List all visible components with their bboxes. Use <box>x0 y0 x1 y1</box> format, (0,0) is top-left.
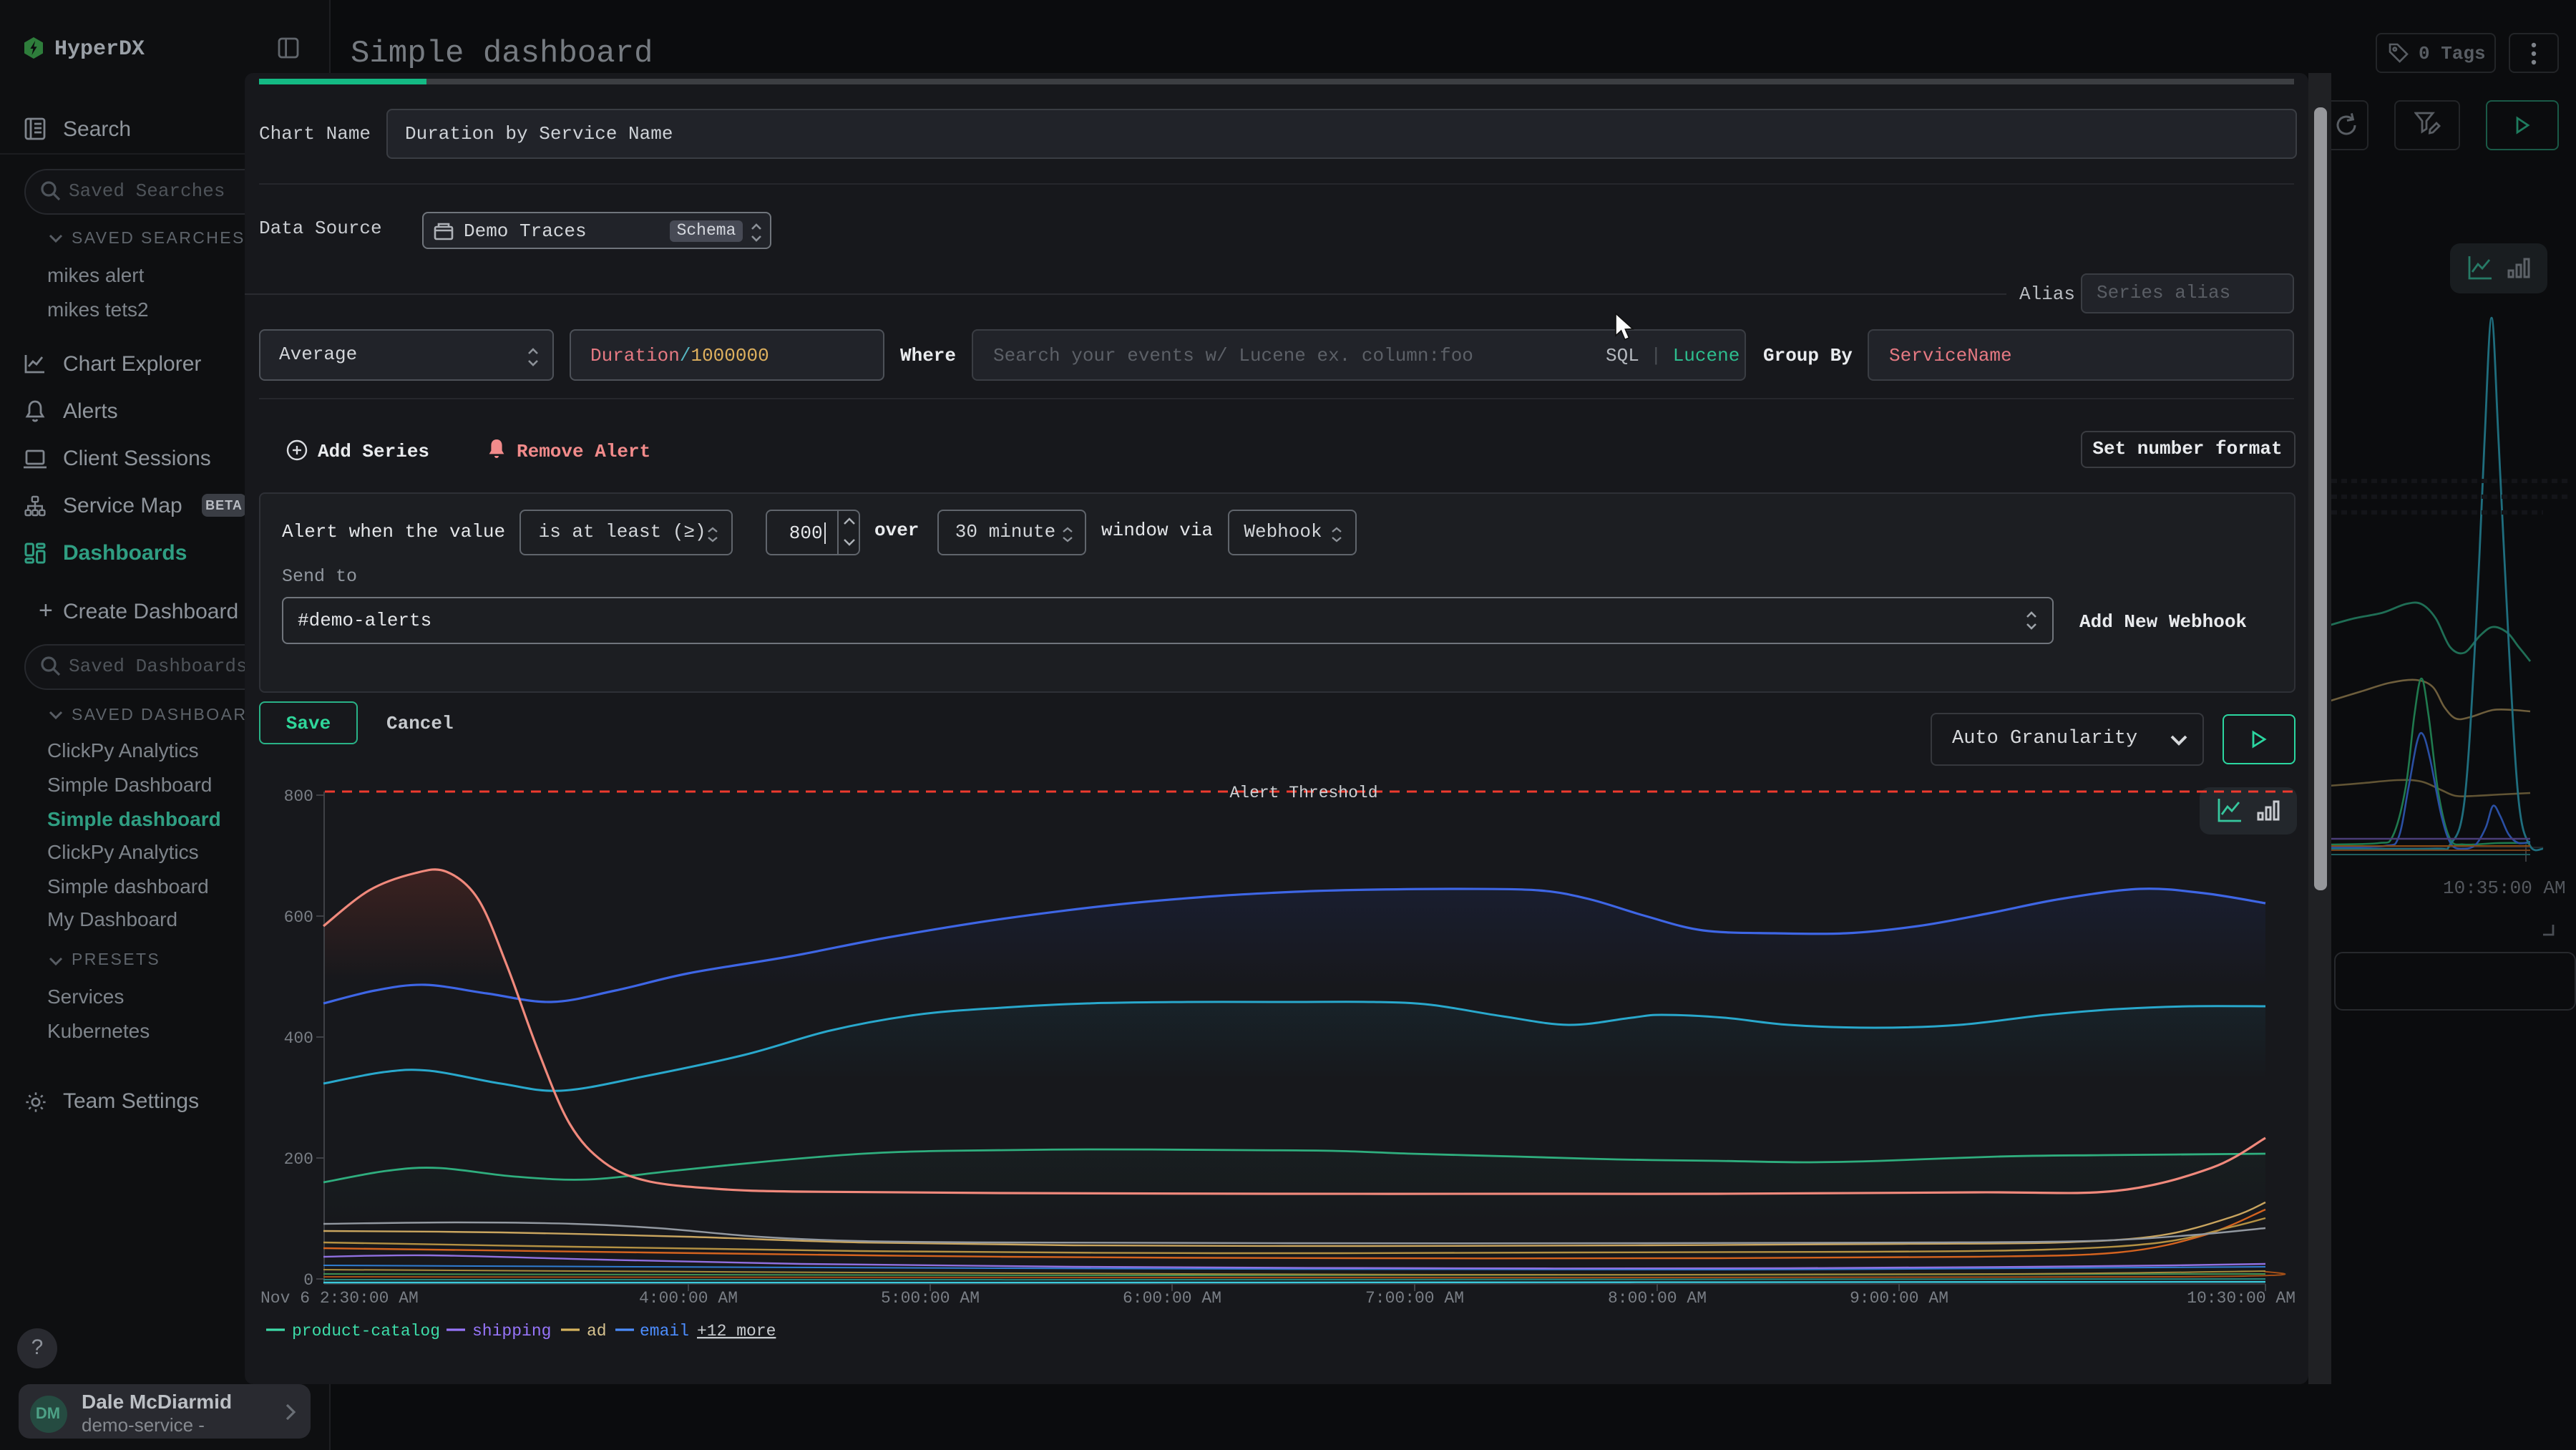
svg-text:200: 200 <box>284 1150 313 1169</box>
svg-text:400: 400 <box>284 1029 313 1048</box>
svg-text:0: 0 <box>303 1271 313 1290</box>
svg-text:8:00:00 AM: 8:00:00 AM <box>1608 1289 1707 1308</box>
svg-text:Alert Threshold: Alert Threshold <box>1229 784 1377 802</box>
svg-text:ad: ad <box>587 1322 607 1340</box>
svg-text:10:30:00 AM: 10:30:00 AM <box>2187 1289 2296 1308</box>
svg-text:5:00:00 AM: 5:00:00 AM <box>881 1289 980 1308</box>
svg-text:6:00:00 AM: 6:00:00 AM <box>1123 1289 1221 1308</box>
svg-text:shipping: shipping <box>472 1322 551 1340</box>
svg-text:600: 600 <box>284 908 313 927</box>
svg-text:7:00:00 AM: 7:00:00 AM <box>1365 1289 1464 1308</box>
svg-text:+12 more: +12 more <box>697 1322 776 1340</box>
svg-text:800: 800 <box>284 787 313 806</box>
svg-text:email: email <box>640 1322 689 1340</box>
svg-text:9:00:00 AM: 9:00:00 AM <box>1850 1289 1948 1308</box>
svg-text:10:35:00 AM: 10:35:00 AM <box>2443 877 2566 899</box>
svg-text:Nov 6 2:30:00 AM: Nov 6 2:30:00 AM <box>260 1289 419 1308</box>
svg-text:4:00:00 AM: 4:00:00 AM <box>639 1289 738 1308</box>
svg-text:product-catalog: product-catalog <box>292 1322 440 1340</box>
